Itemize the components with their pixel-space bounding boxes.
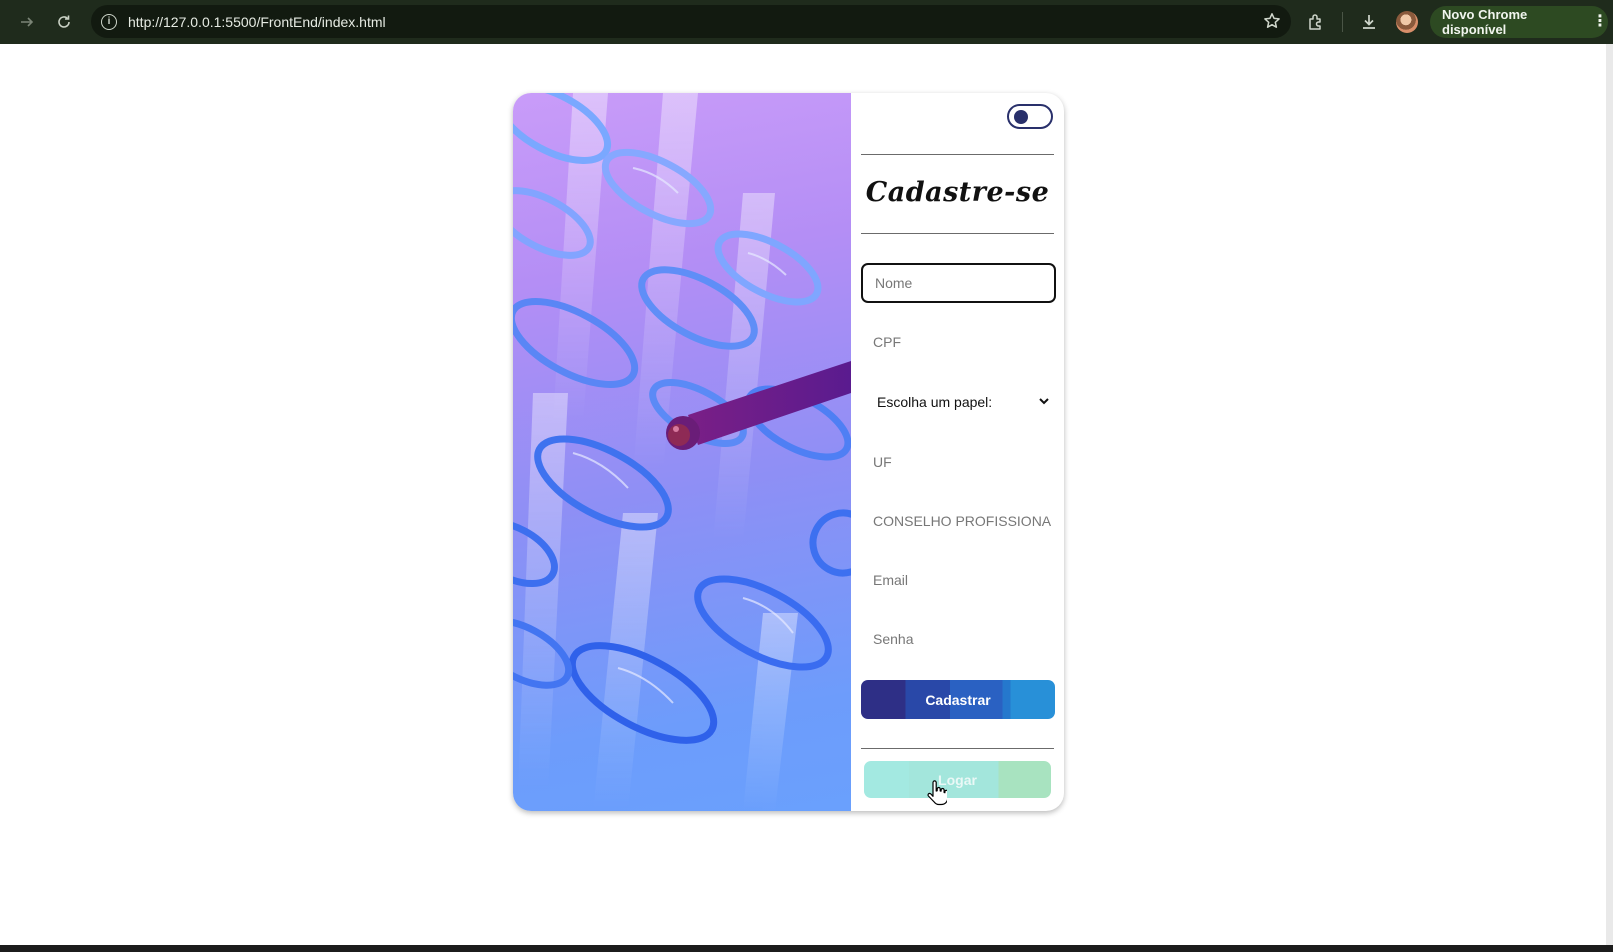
- nome-input[interactable]: [861, 263, 1056, 303]
- chrome-update-button[interactable]: Novo Chrome disponível ⋮: [1430, 6, 1608, 38]
- divider: [861, 233, 1054, 234]
- senha-input[interactable]: [861, 619, 1056, 659]
- forward-icon[interactable]: [13, 8, 41, 36]
- bookmark-star-icon[interactable]: [1263, 12, 1281, 35]
- site-info-icon[interactable]: i: [101, 13, 117, 30]
- toggle-knob: [1014, 110, 1028, 124]
- page-scrollbar[interactable]: [1606, 44, 1613, 945]
- role-select[interactable]: Escolha um papel:: [861, 382, 1056, 422]
- hand-pointer-cursor-icon: [927, 780, 947, 806]
- chrome-update-label: Novo Chrome disponível: [1442, 7, 1528, 37]
- theme-toggle[interactable]: [1007, 104, 1053, 129]
- profile-avatar[interactable]: [1396, 11, 1418, 33]
- toolbar-separator: [1342, 12, 1343, 32]
- browser-toolbar: i http://127.0.0.1:5500/FrontEnd/index.h…: [0, 0, 1613, 44]
- logar-button[interactable]: Logar: [864, 761, 1051, 798]
- more-menu-icon[interactable]: ⋮: [1592, 14, 1608, 30]
- download-icon[interactable]: [1356, 9, 1382, 35]
- window-bottom-edge: [0, 945, 1613, 952]
- chevron-down-icon: [1039, 398, 1049, 405]
- divider: [861, 154, 1054, 155]
- signup-card: Cadastre-se Escolha um papel: Cadastrar …: [513, 93, 1064, 811]
- email-input[interactable]: [861, 560, 1056, 600]
- divider: [861, 748, 1054, 749]
- lab-test-tubes-illustration: [513, 93, 851, 811]
- signup-form: Cadastre-se Escolha um papel: Cadastrar …: [851, 93, 1064, 811]
- role-select-value: Escolha um papel:: [877, 394, 993, 410]
- form-title: Cadastre-se: [865, 177, 1050, 208]
- address-bar[interactable]: i http://127.0.0.1:5500/FrontEnd/index.h…: [91, 5, 1291, 38]
- cpf-input[interactable]: [861, 322, 1056, 362]
- extensions-icon[interactable]: [1303, 9, 1329, 35]
- cadastrar-button[interactable]: Cadastrar: [861, 680, 1055, 719]
- reload-icon[interactable]: [50, 8, 78, 36]
- uf-input[interactable]: [861, 442, 1056, 482]
- url-text: http://127.0.0.1:5500/FrontEnd/index.htm…: [128, 13, 386, 30]
- conselho-profissional-input[interactable]: [861, 501, 1056, 541]
